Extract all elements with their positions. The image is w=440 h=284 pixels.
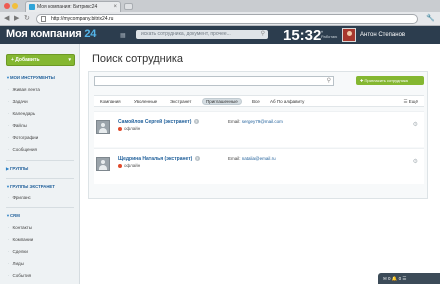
window-close-button[interactable]: [4, 3, 10, 9]
logo-number: 24: [84, 28, 97, 40]
tab-extranet[interactable]: Экстранет: [170, 99, 191, 104]
window-minimize-button[interactable]: [12, 3, 18, 9]
menu-grid-icon[interactable]: ▦: [120, 32, 126, 39]
tab-company[interactable]: Компания: [100, 99, 121, 104]
user-row: Щедрина Наталья (экстранет) ? офлайн Ema…: [94, 148, 424, 184]
header-search-input[interactable]: искать сотрудника, документ, прочее... ⚲: [136, 30, 268, 39]
add-button[interactable]: + Добавить ▾: [6, 54, 75, 66]
user-name-link[interactable]: Самойлов Сергей (экстранет) ?: [118, 119, 199, 125]
sidebar-item-leads[interactable]: Лиды: [8, 261, 24, 266]
add-button-label: + Добавить: [11, 57, 40, 63]
user-photo[interactable]: [96, 157, 110, 171]
user-status: офлайн: [118, 163, 140, 168]
section-crm[interactable]: ▼CRM: [6, 213, 20, 218]
help-icon[interactable]: ?: [194, 156, 200, 162]
sidebar-item-companies[interactable]: Компании: [8, 237, 34, 242]
sidebar-item-live-feed[interactable]: Живая лента: [8, 87, 40, 92]
page-icon: [41, 16, 46, 22]
user-avatar[interactable]: [342, 28, 356, 42]
address-url: http://mycompany.bitrix24.ru: [51, 16, 114, 22]
workday-label: Работаю: [321, 34, 338, 39]
bitrix-favicon-icon: [29, 4, 35, 10]
company-logo[interactable]: Моя компания 24: [6, 28, 96, 40]
sidebar-item-files[interactable]: Файлы: [8, 123, 27, 128]
app-header: Моя компания 24 ▦ искать сотрудника, док…: [0, 26, 440, 44]
offline-dot-icon: [118, 163, 122, 168]
sidebar-item-calendar[interactable]: Календарь: [8, 111, 36, 116]
page-title: Поиск сотрудника: [92, 53, 184, 65]
forward-icon[interactable]: ▶: [14, 14, 19, 23]
back-icon[interactable]: ◀: [4, 14, 9, 23]
user-status: офлайн: [118, 126, 140, 131]
section-extranet-groups[interactable]: ▼ГРУППЫ ЭКСТРАНЕТ: [6, 184, 55, 189]
tab-invited[interactable]: Приглашенные: [202, 98, 242, 105]
wrench-icon[interactable]: 🔧: [426, 14, 435, 22]
gear-icon[interactable]: ⚙: [413, 121, 418, 128]
new-tab-button[interactable]: [124, 3, 133, 10]
section-my-tools[interactable]: ▼МОИ ИНСТРУМЕНТЫ: [6, 75, 55, 80]
logo-text: Моя компания: [6, 28, 82, 40]
tab-all[interactable]: Все: [252, 99, 260, 104]
email-link[interactable]: sergey79@mail.com: [242, 119, 283, 124]
tab-title: Моя компания: Битрикс24: [37, 4, 98, 10]
workday-status[interactable]: ⏸ Работаю: [321, 29, 337, 39]
browser-tab[interactable]: Моя компания: Битрикс24 ×: [25, 1, 121, 12]
reload-icon[interactable]: ↻: [24, 14, 30, 23]
sidebar-item-photos[interactable]: Фотографии: [8, 135, 39, 140]
email-link[interactable]: natalia@email.ru: [242, 156, 276, 161]
sidebar: + Добавить ▾ ▼МОИ ИНСТРУМЕНТЫ Живая лент…: [0, 44, 80, 284]
sidebar-item-contacts[interactable]: Контакты: [8, 225, 32, 230]
browser-toolbar: ◀ ▶ ↻ http://mycompany.bitrix24.ru: [0, 12, 440, 26]
filter-tabs: Компания Уволенные Экстранет Приглашенны…: [94, 95, 424, 107]
help-icon[interactable]: ?: [193, 119, 199, 125]
more-menu[interactable]: ☰ Ещё: [404, 99, 419, 105]
sidebar-item-freelance[interactable]: Фриланс: [8, 195, 31, 200]
sidebar-item-deals[interactable]: Сделки: [8, 249, 28, 254]
gear-icon[interactable]: ⚙: [413, 158, 418, 165]
user-name[interactable]: Антон Степанов: [360, 32, 405, 38]
tab-alphabetical[interactable]: Аб По алфавиту: [270, 99, 304, 104]
invite-employee-button[interactable]: ✚ Пригласить сотрудника: [356, 76, 424, 85]
browser-tabstrip: Моя компания: Битрикс24 ×: [0, 0, 440, 12]
divider: [6, 207, 74, 208]
address-bar[interactable]: http://mycompany.bitrix24.ru: [36, 14, 418, 24]
header-search-placeholder: искать сотрудника, документ, прочее...: [141, 31, 231, 37]
chevron-down-icon: ▾: [68, 57, 71, 63]
divider: [6, 160, 74, 161]
sidebar-item-tasks[interactable]: Задачи: [8, 99, 28, 104]
divider: [6, 178, 74, 179]
user-email: Email: sergey79@mail.com: [228, 119, 283, 124]
search-icon[interactable]: ⚲: [261, 30, 265, 39]
sidebar-item-events[interactable]: События: [8, 273, 32, 278]
clock[interactable]: 15:32: [283, 27, 321, 44]
section-groups[interactable]: ▶ГРУППЫ: [6, 166, 28, 171]
tab-dismissed[interactable]: Уволенные: [134, 99, 157, 104]
user-name-link[interactable]: Щедрина Наталья (экстранет) ?: [118, 156, 200, 162]
employee-search-field[interactable]: ⚲: [94, 76, 334, 86]
user-photo[interactable]: [96, 120, 110, 134]
offline-dot-icon: [118, 126, 122, 131]
notification-bar[interactable]: ✉ 0 🔔 0 ☰: [378, 273, 440, 284]
sidebar-item-messages[interactable]: Сообщения: [8, 147, 37, 152]
tab-close-icon[interactable]: ×: [113, 2, 117, 12]
employee-search-input[interactable]: [95, 77, 333, 85]
user-email: Email: natalia@email.ru: [228, 156, 276, 161]
user-row: Самойлов Сергей (экстранет) ? офлайн Ema…: [94, 111, 424, 147]
search-icon[interactable]: ⚲: [327, 77, 331, 84]
